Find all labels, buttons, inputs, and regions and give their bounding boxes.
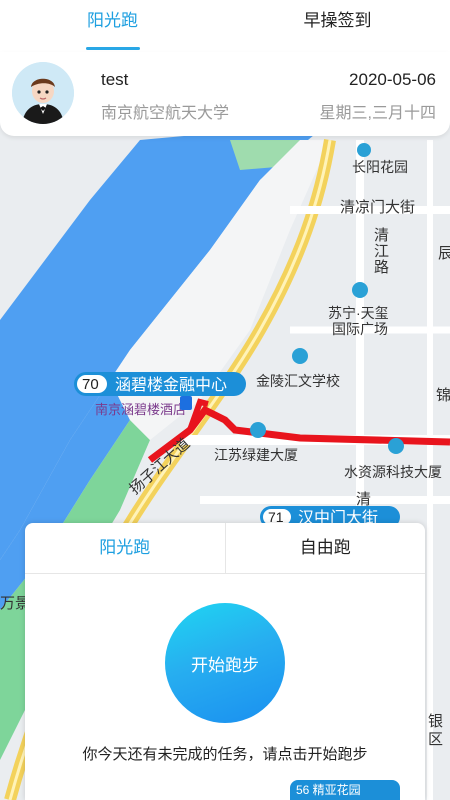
marker-number: 70 [82, 376, 99, 393]
tab-morning-checkin[interactable]: 早操签到 [225, 0, 450, 52]
location-marker-icon [180, 396, 192, 410]
map-label-jinling: 金陵汇文学校 [256, 373, 340, 389]
map-label-qingjiang-3: 路 [374, 259, 389, 276]
tab-sunshine-run[interactable]: 阳光跑 [0, 0, 225, 52]
weekday-lunar: 星期三,三月十四 [319, 105, 436, 122]
top-tab-bar: 阳光跑 早操签到 [0, 0, 450, 52]
run-panel: 阳光跑 自由跑 开始跑步 你今天还有未完成的任务，请点击开始跑步 [25, 523, 425, 800]
map-label-suning-1: 苏宁·天玺 [328, 305, 389, 321]
map-label-qingjiang-2: 江 [374, 243, 389, 260]
map-label-jin: 锦 [436, 387, 450, 404]
map-label-shuiziyuan: 水资源科技大厦 [344, 464, 442, 480]
map-label-yin-1: 银 [428, 713, 443, 730]
panel-tab-free-run[interactable]: 自由跑 [224, 523, 426, 573]
start-run-button[interactable]: 开始跑步 [165, 603, 285, 723]
map-label-qingjiang-1: 清 [374, 227, 389, 244]
map-label-yin-2: 区 [428, 731, 443, 748]
map-label-chen: 辰 [438, 245, 450, 262]
panel-tab-bar: 阳光跑 自由跑 [25, 523, 425, 574]
task-notice: 你今天还有未完成的任务，请点击开始跑步 [82, 746, 368, 763]
marker-name: 涵碧楼金融中心 [115, 376, 227, 394]
map-label-hanbilou: 南京涵碧楼酒店 [95, 402, 186, 417]
profile-card: test 南京航空航天大学 2020-05-06 星期三,三月十四 [0, 52, 450, 136]
bottom-marker-badge: 56 精亚花园 [290, 780, 400, 800]
username: test [101, 70, 129, 89]
map-label-suning-2: 国际广场 [332, 321, 388, 337]
panel-tab-sunshine-run[interactable]: 阳光跑 [25, 523, 225, 573]
map-label-qing2: 清 [356, 491, 371, 508]
map-label-jiangsu: 江苏绿建大厦 [214, 447, 298, 463]
current-date: 2020-05-06 [349, 70, 436, 89]
map-label-changyang: 长阳花园 [352, 159, 408, 175]
school-name: 南京航空航天大学 [101, 105, 230, 122]
user-avatar-icon[interactable] [12, 62, 74, 124]
map-label-qingliang: 清凉门大街 [340, 199, 415, 216]
